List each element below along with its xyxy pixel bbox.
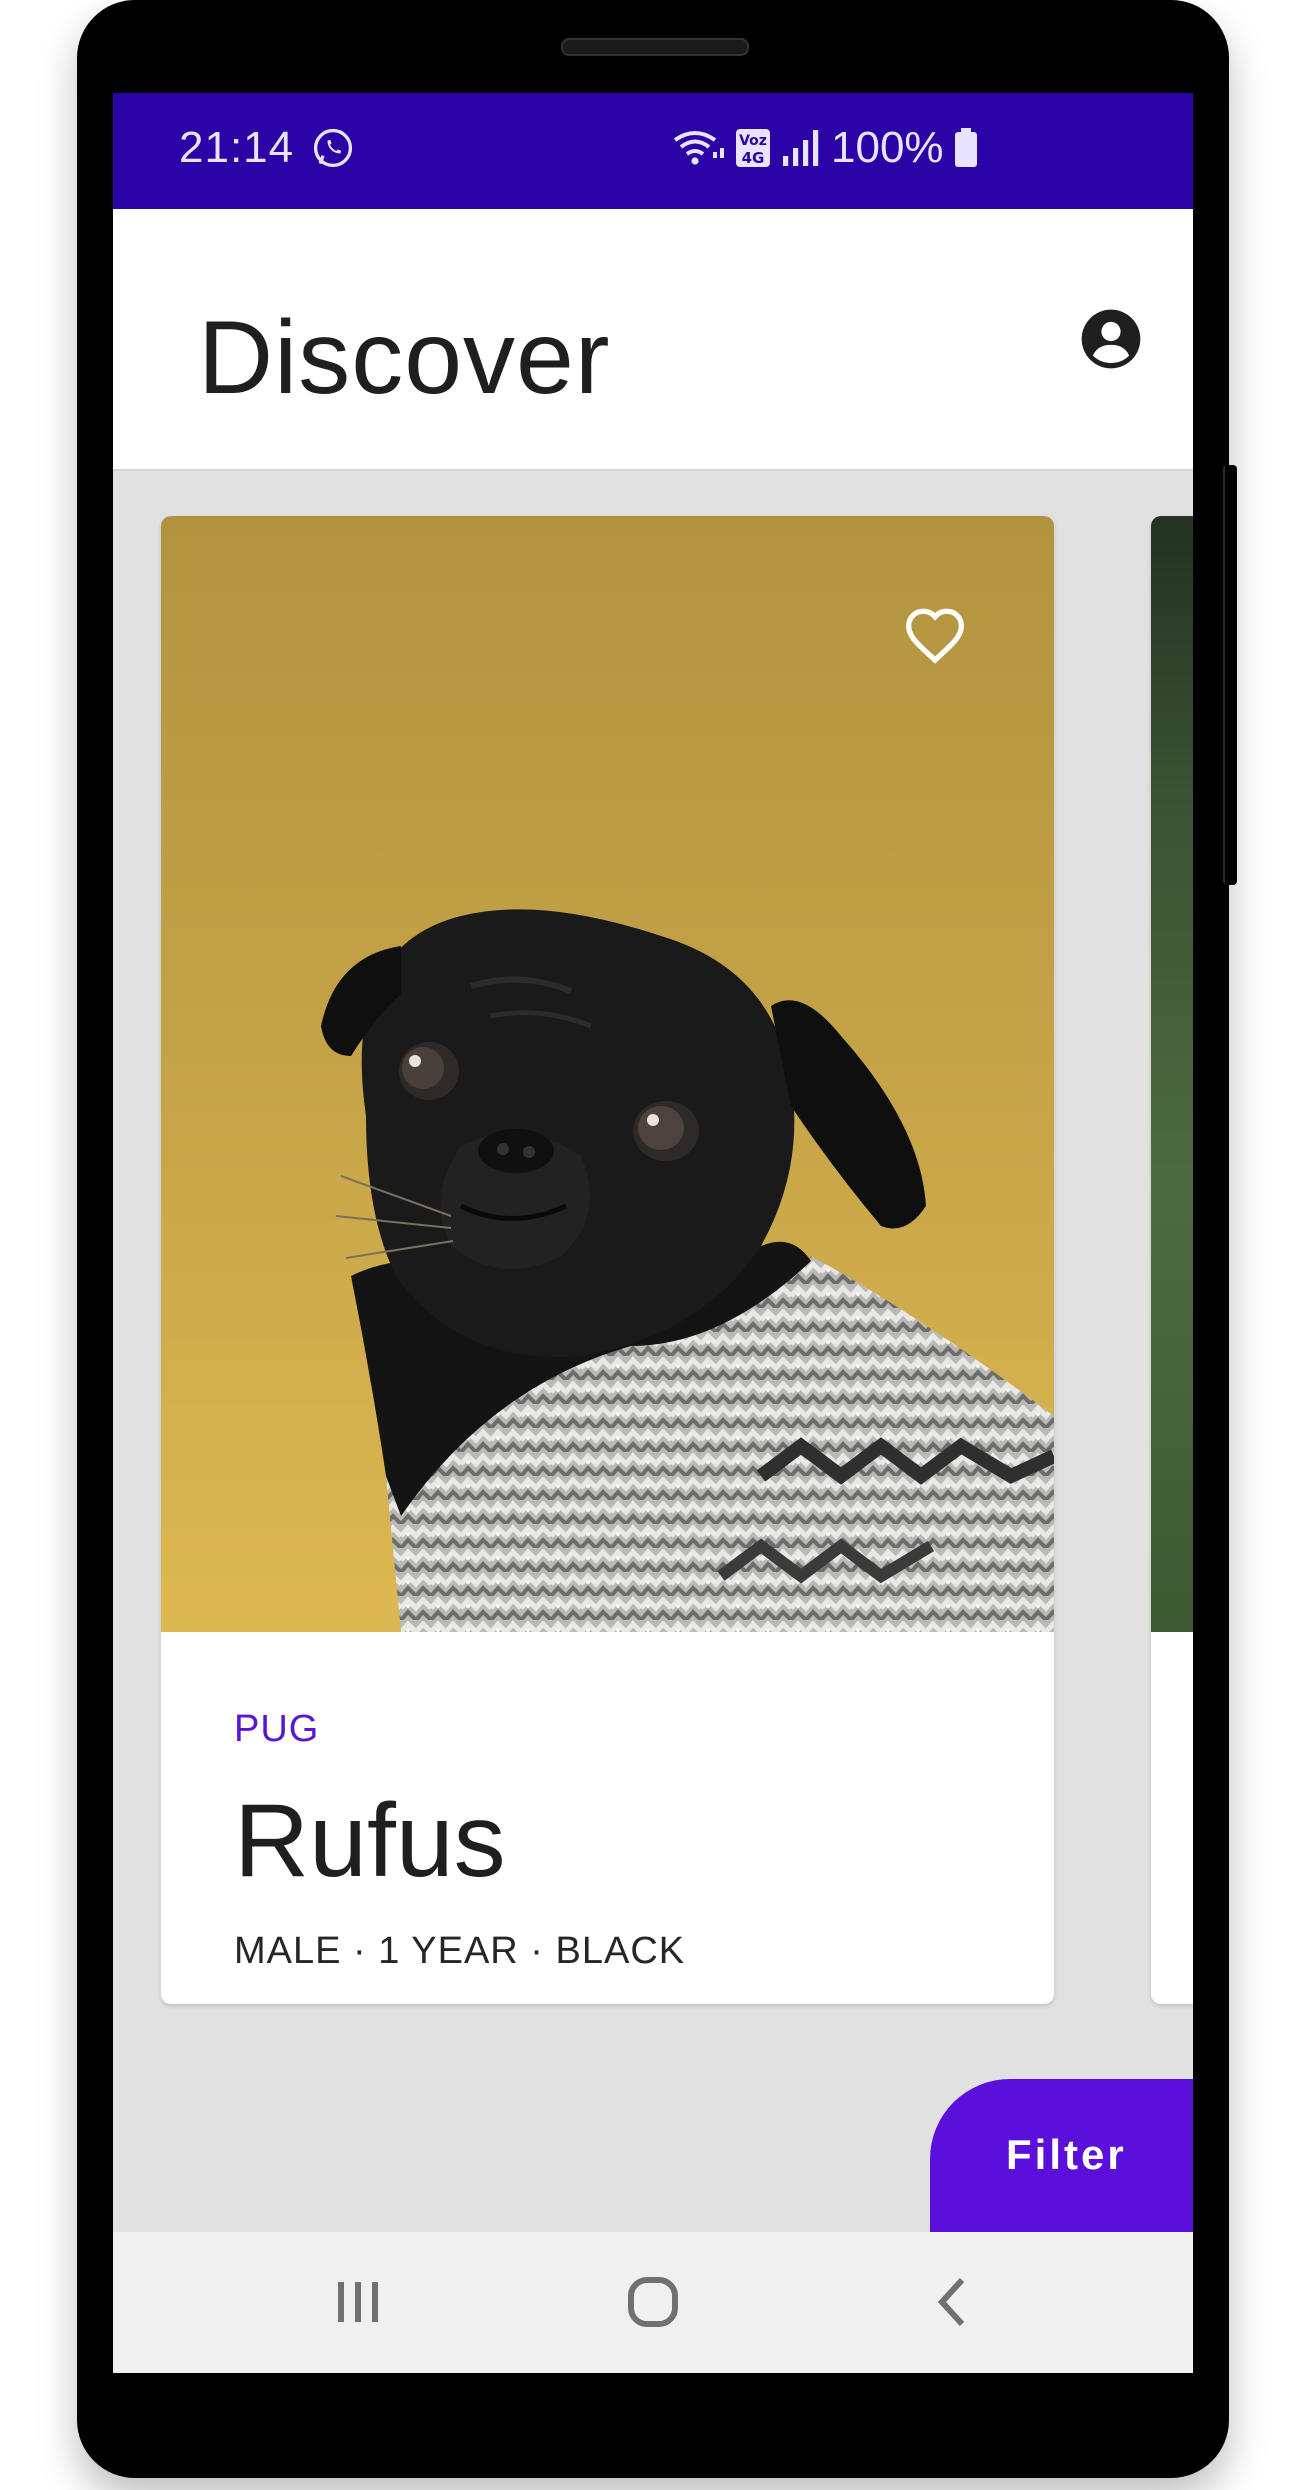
status-time: 21:14 [179, 123, 295, 172]
page-title: Discover [198, 300, 611, 416]
signal-icon [783, 130, 819, 166]
screen: 21:14 Voz 4G 100% Discover PUG Rufus MAL… [113, 93, 1193, 2373]
filter-button-label: Filter [1006, 2131, 1127, 2178]
recents-icon[interactable] [326, 2270, 390, 2334]
battery-percent: 100% [831, 123, 944, 172]
back-icon[interactable] [922, 2270, 986, 2334]
battery-icon [954, 128, 977, 167]
home-icon[interactable] [621, 2270, 685, 2334]
pug-illustration [321, 909, 1054, 1632]
next-pet-photo [1151, 516, 1193, 1632]
network-label: 4G [742, 149, 765, 167]
earpiece-speaker [561, 38, 749, 56]
volte-label: Voz [739, 133, 767, 149]
pet-breed: PUG [234, 1708, 320, 1750]
filter-button[interactable]: Filter [930, 2079, 1193, 2239]
system-nav-bar [113, 2232, 1193, 2373]
whatsapp-icon [313, 128, 353, 168]
heart-outline-icon[interactable] [903, 606, 967, 664]
volte-4g-icon: Voz 4G [736, 129, 770, 167]
pet-card[interactable]: PUG Rufus MALE · 1 YEAR · BLACK [161, 516, 1054, 2004]
app-bar: Discover [113, 209, 1193, 471]
pet-photo [161, 516, 1054, 1632]
status-icons: Voz 4G 100% [673, 123, 978, 173]
wifi-icon [673, 131, 724, 165]
status-bar: 21:14 Voz 4G 100% [113, 93, 1193, 209]
next-pet-card[interactable] [1151, 516, 1193, 2004]
side-button [1223, 465, 1237, 885]
pet-info: PUG Rufus MALE · 1 YEAR · BLACK [161, 1632, 1054, 2004]
pet-name: Rufus [234, 1783, 506, 1899]
pet-details: MALE · 1 YEAR · BLACK [234, 1930, 686, 1972]
account-circle-icon[interactable] [1079, 307, 1143, 371]
